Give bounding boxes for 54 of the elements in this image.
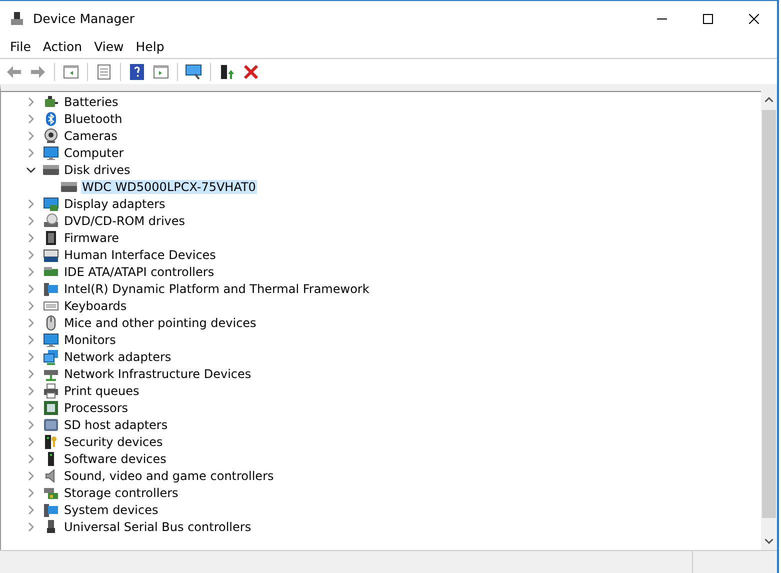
disc-drive-icon	[43, 212, 59, 228]
menu-item[interactable]: File	[4, 38, 37, 54]
tree-item[interactable]: IDE ATA/ATAPI controllers	[63, 264, 216, 278]
menu-item[interactable]: Help	[130, 38, 170, 54]
close-icon	[749, 14, 759, 24]
bluetooth-icon	[43, 110, 59, 126]
tree-item[interactable]: Bluetooth	[63, 112, 124, 126]
tree-item[interactable]: Human Interface Devices	[63, 248, 217, 262]
window-title: Device Manager	[33, 11, 136, 26]
tree-item[interactable]: Network adapters	[63, 350, 172, 364]
tree-item[interactable]: SD host adapters	[63, 418, 169, 432]
tree-item[interactable]: System devices	[63, 502, 160, 516]
menu-item[interactable]: View	[88, 38, 130, 54]
scrollbar[interactable]	[761, 91, 777, 550]
tree-item[interactable]: Computer	[63, 146, 125, 160]
tree-item[interactable]: Batteries	[63, 94, 120, 108]
tree-item[interactable]: Display adapters	[63, 196, 166, 210]
scroll-down-icon[interactable]	[765, 539, 773, 544]
tree-item[interactable]: Security devices	[63, 434, 164, 448]
tree-item[interactable]: Mice and other pointing devices	[63, 316, 258, 330]
monitor-icon	[43, 144, 59, 160]
menu-item[interactable]: Action	[36, 38, 88, 54]
scroll-up-icon[interactable]	[765, 97, 773, 102]
printer-icon	[43, 382, 59, 398]
tree-item[interactable]: WDC WD5000LPCX-75VHAT0	[81, 180, 257, 194]
maximize-icon	[703, 14, 713, 24]
tree-item[interactable]: Processors	[63, 400, 130, 414]
battery-icon	[43, 94, 59, 110]
tree-item[interactable]: Storage controllers	[63, 486, 180, 500]
scan-monitor-icon[interactable]	[184, 62, 204, 82]
tree-item[interactable]: Cameras	[63, 128, 118, 142]
help-icon[interactable]	[127, 62, 147, 82]
tree-item[interactable]: Intel(R) Dynamic Platform and Thermal Framework	[63, 282, 370, 296]
tree-item[interactable]: Monitors	[63, 332, 117, 346]
monitor-icon	[43, 332, 59, 348]
network-icon	[43, 348, 59, 364]
tree-item[interactable]: Universal Serial Bus controllers	[63, 520, 252, 534]
card-icon	[43, 416, 59, 432]
tree-item[interactable]: Keyboards	[63, 298, 128, 312]
tower-key-icon	[43, 434, 59, 450]
tree-item[interactable]: Disk drives	[63, 162, 132, 176]
computer-icon	[43, 280, 59, 296]
camera-icon	[43, 128, 59, 144]
tree-item[interactable]: DVD/CD-ROM drives	[63, 214, 186, 228]
tree-item[interactable]: Sound, video and game controllers	[63, 468, 275, 482]
tree-item[interactable]: Network Infrastructure Devices	[63, 366, 252, 380]
tree-item[interactable]: Print queues	[63, 384, 140, 398]
chip-icon	[43, 230, 59, 246]
app-icon	[9, 10, 25, 26]
processor-icon	[43, 400, 59, 416]
system-icon	[43, 502, 59, 518]
tree-item[interactable]: Firmware	[63, 230, 120, 244]
display-adapter-icon	[43, 196, 59, 212]
tree-item[interactable]: Software devices	[63, 452, 168, 466]
